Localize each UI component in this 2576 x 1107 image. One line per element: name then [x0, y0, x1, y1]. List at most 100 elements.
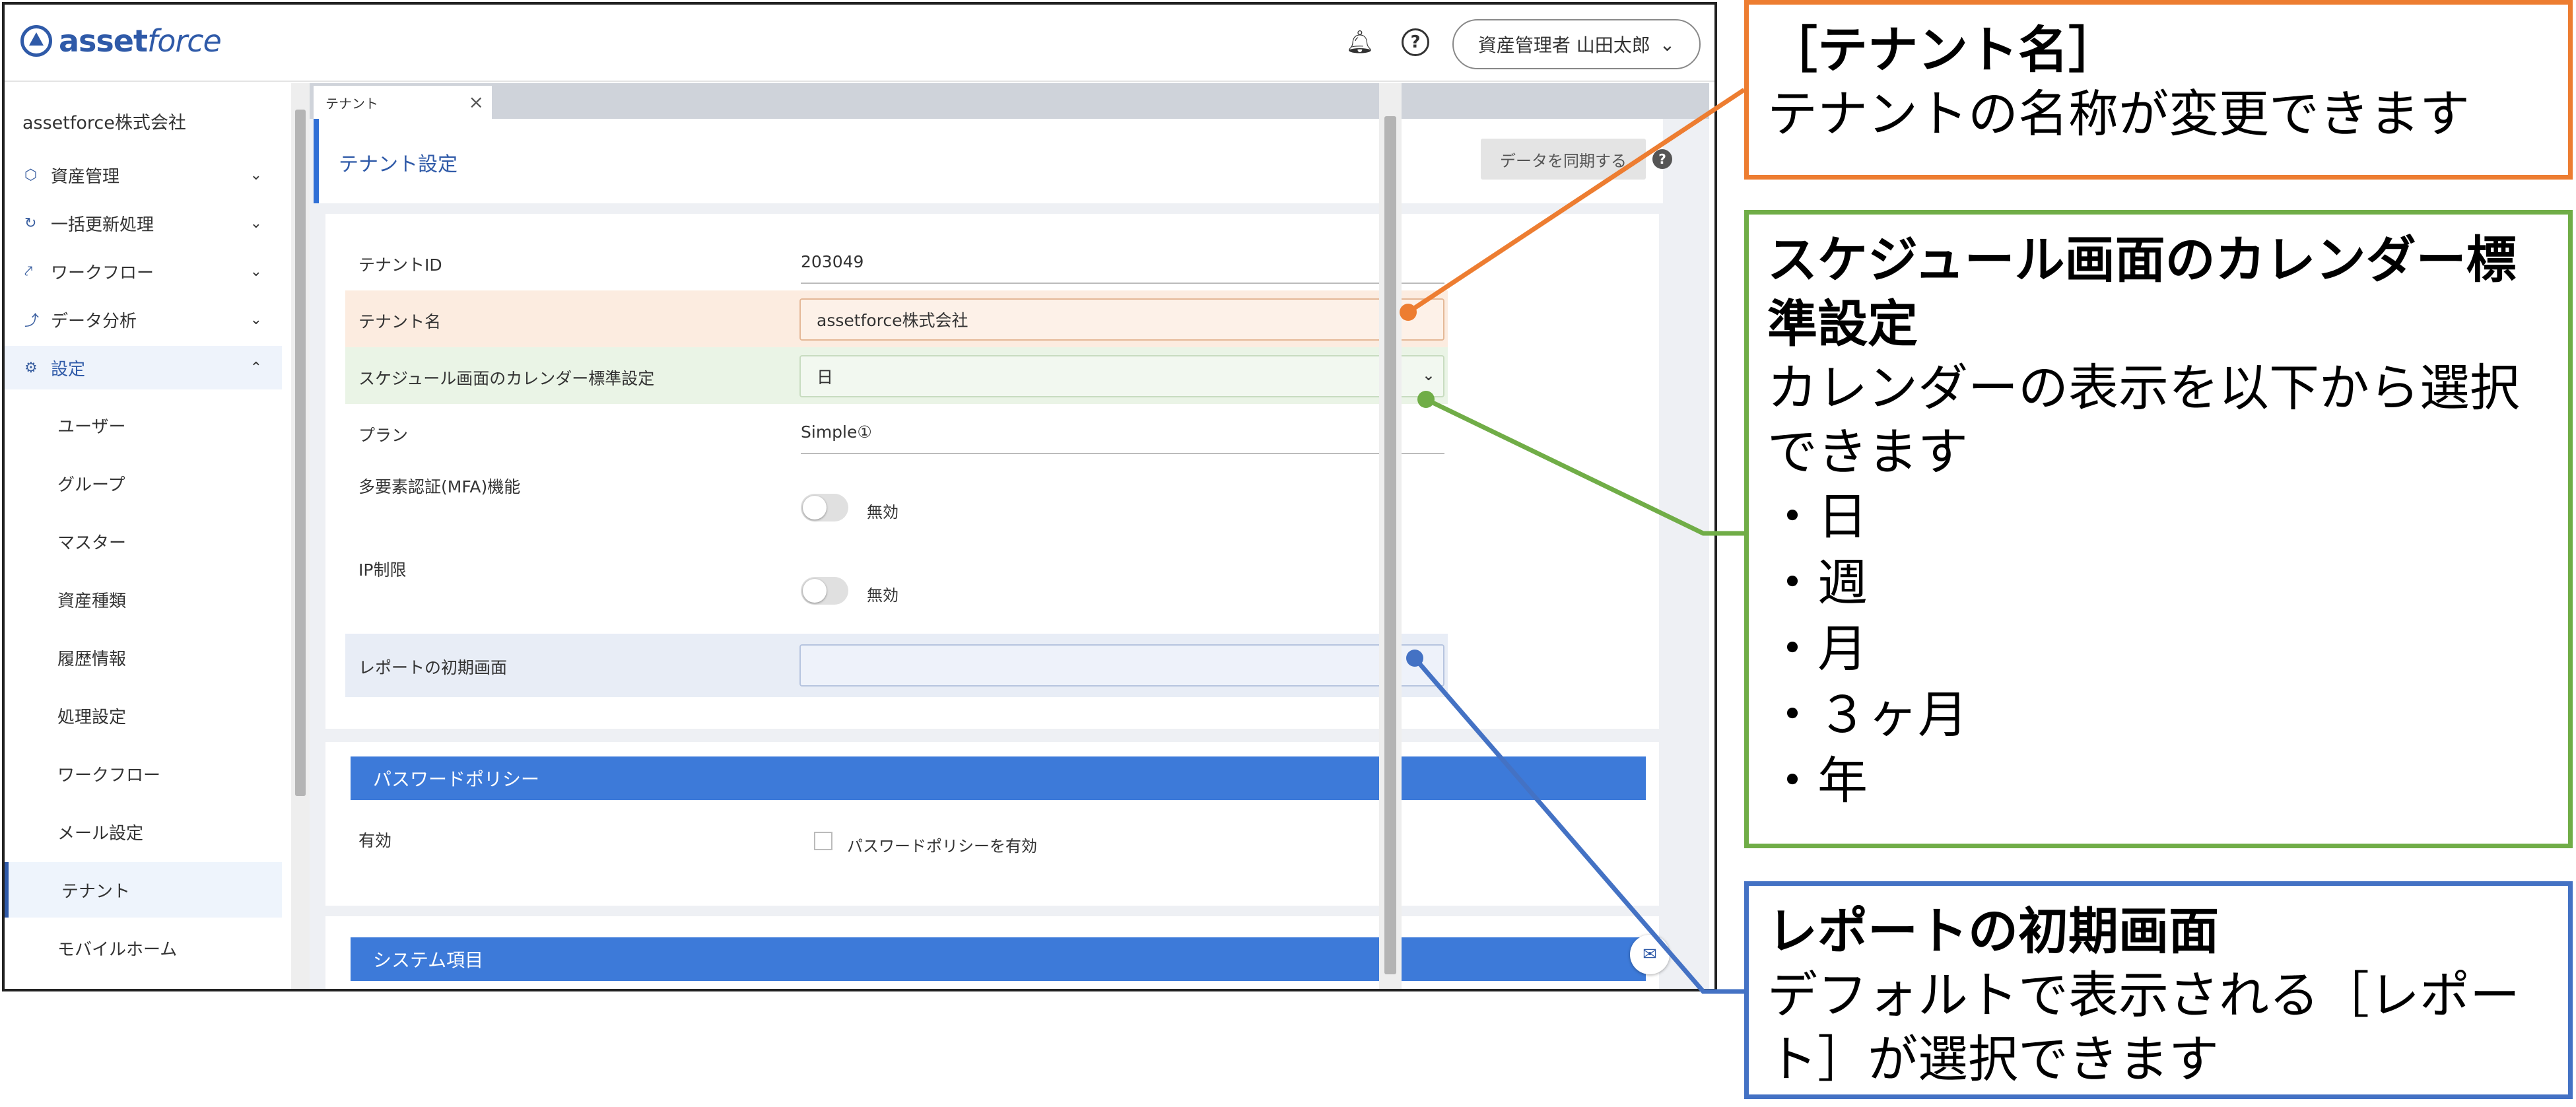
chevron-down-icon: ⌄	[250, 263, 262, 280]
sidebar-item-label: 一括更新処理	[51, 215, 154, 235]
ip-restriction-state-label: 無効	[867, 586, 898, 605]
row-calendar-default: スケジュール画面のカレンダー標準設定 日 ⌄	[345, 347, 1448, 404]
tenant-name-label: テナント名	[358, 312, 442, 331]
callout-calendar-option: ・年	[1767, 751, 1868, 810]
sidebar-subitem-groups[interactable]: グループ	[5, 455, 282, 511]
sidebar-item-label: 設定	[51, 359, 86, 380]
sidebar-item-label: データ分析	[51, 311, 137, 331]
ip-restriction-label: IP制限	[358, 560, 407, 580]
tenant-name-input[interactable]: assetforce株式会社	[799, 298, 1444, 341]
callout-calendar-default: スケジュール画面のカレンダー標準設定 カレンダーの表示を以下から選択できます ・…	[1744, 210, 2573, 848]
sidebar-subitem-label: テナント	[61, 881, 131, 902]
sidebar-subitem-asset-types[interactable]: 資産種類	[5, 572, 282, 627]
chevron-down-icon: ⌄	[1421, 366, 1435, 384]
sidebar-item-data-analysis[interactable]: ⤴ データ分析 ⌄	[5, 298, 282, 341]
chevron-down-icon: ⌄	[1659, 33, 1676, 55]
logo[interactable]: assetforce	[20, 23, 222, 59]
callout-calendar-option: ・週	[1767, 553, 1868, 612]
gear-icon: ⚙	[24, 359, 38, 376]
mfa-toggle[interactable]	[801, 494, 848, 521]
row-mfa: 多要素認証(MFA)機能 無効	[345, 461, 1448, 533]
password-policy-checkbox[interactable]	[814, 832, 832, 850]
sidebar-scrollbar-thumb[interactable]	[295, 110, 306, 796]
sidebar-subitem-label: モバイルホーム	[57, 939, 178, 960]
callout-calendar-option: ・３ヶ月	[1767, 685, 1968, 744]
plan-label: プラン	[358, 426, 409, 445]
chevron-down-icon: ⌄	[250, 215, 262, 232]
sidebar-subitem-master[interactable]: マスター	[5, 514, 282, 569]
calendar-default-value: 日	[817, 368, 834, 387]
report-default-label: レポートの初期画面	[358, 658, 508, 677]
row-tenant-name: テナント名 assetforce株式会社	[345, 290, 1448, 347]
password-enabled-label: 有効	[358, 831, 392, 850]
sidebar-subitem-tenant[interactable]: テナント	[5, 862, 282, 918]
close-icon[interactable]: ×	[469, 91, 484, 113]
sidebar-subitem-label: メール設定	[57, 823, 144, 844]
calendar-default-label: スケジュール画面のカレンダー標準設定	[358, 369, 655, 388]
chevron-down-icon: ⌄	[250, 166, 262, 184]
tab-tenant[interactable]: テナント ×	[314, 86, 492, 119]
row-report-default: レポートの初期画面	[345, 634, 1448, 697]
sidebar-subitem-label: ワークフロー	[57, 765, 161, 786]
company-name: assetforce株式会社	[22, 113, 186, 133]
app-window: assetforce 🔔︎ ? 資産管理者 山田太郎 ⌄ assetforce株…	[2, 2, 1717, 991]
sidebar-item-workflow[interactable]: ⤤ ワークフロー ⌄	[5, 250, 282, 293]
help-icon[interactable]: ?	[1402, 28, 1429, 56]
user-menu-button[interactable]: 資産管理者 山田太郎 ⌄	[1452, 19, 1701, 69]
page-header: テナント設定 データを同期する ?	[314, 119, 1672, 203]
tenant-id-value: 203049	[801, 252, 864, 271]
tenant-id-label: テナントID	[358, 255, 442, 275]
mfa-state-label: 無効	[867, 503, 898, 521]
sidebar-subitem-label: ユーザー	[57, 417, 126, 437]
ip-restriction-toggle[interactable]	[801, 577, 848, 605]
bell-icon[interactable]: 🔔︎	[1345, 28, 1374, 56]
tenant-name-value: assetforce株式会社	[817, 311, 968, 330]
sync-data-button[interactable]: データを同期する	[1481, 139, 1646, 180]
sidebar: assetforce株式会社 ⬡ 資産管理 ⌄ ↻ 一括更新処理 ⌄ ⤤ ワーク…	[5, 83, 294, 989]
main-content: テナント × テナント設定 データを同期する ? テナントID 203049 テ…	[310, 83, 1709, 989]
sidebar-subitem-workflow[interactable]: ワークフロー	[5, 746, 282, 801]
sidebar-item-bulk-update[interactable]: ↻ 一括更新処理 ⌄	[5, 201, 282, 245]
system-items-panel: システム項目	[325, 916, 1659, 989]
row-plan: プラン Simple①	[345, 404, 1448, 461]
callout-calendar-option: ・日	[1767, 487, 1868, 546]
calendar-default-select[interactable]: 日 ⌄	[799, 355, 1444, 397]
chat-icon[interactable]: ✉	[1630, 935, 1670, 974]
callout-calendar-body: カレンダーの表示を以下から選択できます	[1767, 358, 2520, 481]
callout-report-body: デフォルトで表示される［レポート］が選択できます	[1767, 966, 2520, 1089]
main-scrollbar-thumb[interactable]	[1384, 116, 1396, 974]
sidebar-subitem-label: グループ	[57, 475, 125, 495]
row-ip-restriction: IP制限 無効	[345, 544, 1448, 617]
chart-line-icon: ⤴	[24, 313, 40, 329]
refresh-icon: ↻	[24, 215, 37, 232]
question-icon[interactable]: ?	[1652, 149, 1672, 169]
underline	[801, 453, 1444, 454]
password-policy-panel: パスワードポリシー 有効 パスワードポリシーを有効	[325, 742, 1659, 906]
callout-tenant-title: ［テナント名］	[1767, 20, 2118, 79]
main-scrollbar[interactable]	[1379, 83, 1402, 989]
sidebar-subitem-label: 履歴情報	[57, 649, 127, 669]
sidebar-subitem-users[interactable]: ユーザー	[5, 397, 282, 453]
sidebar-subitem-history[interactable]: 履歴情報	[5, 630, 282, 685]
sidebar-item-label: 資産管理	[51, 166, 120, 187]
chevron-down-icon: ⌄	[250, 311, 262, 328]
page-title: テナント設定	[339, 153, 458, 176]
password-policy-heading: パスワードポリシー	[351, 756, 1646, 800]
sidebar-subitem-process-settings[interactable]: 処理設定	[5, 688, 282, 743]
callout-report-title: レポートの初期画面	[1767, 902, 2219, 960]
password-policy-checkbox-label: パスワードポリシーを有効	[847, 837, 1037, 855]
sidebar-item-asset-management[interactable]: ⬡ 資産管理 ⌄	[5, 153, 282, 197]
report-default-select[interactable]	[799, 644, 1444, 687]
annotated-screenshot: assetforce 🔔︎ ? 資産管理者 山田太郎 ⌄ assetforce株…	[0, 0, 2576, 1107]
sidebar-scrollbar[interactable]	[291, 83, 310, 989]
sidebar-subitem-mail-settings[interactable]: メール設定	[5, 804, 282, 859]
sidebar-subitem-label: マスター	[57, 533, 127, 553]
sidebar-subitem-label: 資産種類	[57, 591, 127, 611]
callout-tenant-name: ［テナント名］ テナントの名称が変更できます	[1744, 0, 2573, 180]
callout-report-default: レポートの初期画面 デフォルトで表示される［レポート］が選択できます	[1744, 881, 2573, 1099]
sidebar-subitem-mobile-home[interactable]: モバイルホーム	[5, 920, 282, 976]
sidebar-item-settings[interactable]: ⚙ 設定 ⌃	[5, 346, 282, 389]
callout-calendar-title: スケジュール画面のカレンダー標準設定	[1767, 230, 2517, 353]
workflow-icon: ⤤	[24, 263, 33, 280]
user-menu-label: 資産管理者 山田太郎	[1477, 34, 1650, 56]
